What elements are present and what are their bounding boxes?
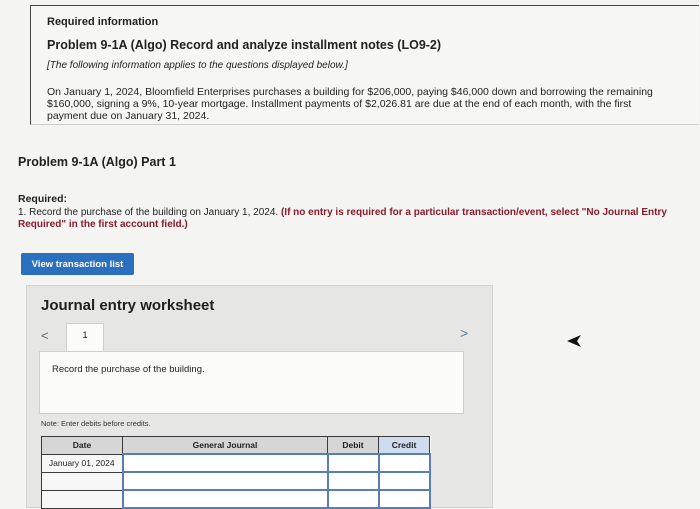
chevron-left-icon[interactable]: < xyxy=(41,328,49,343)
chevron-right-icon[interactable]: > xyxy=(460,325,468,341)
debit-input[interactable] xyxy=(326,489,380,509)
info-note: [The following information applies to th… xyxy=(47,60,348,71)
journal-entry-worksheet: Journal entry worksheet < 1 Record the p… xyxy=(26,285,493,509)
date-cell: January 01, 2024 xyxy=(41,453,123,473)
table-row xyxy=(41,471,431,491)
worksheet-description: Record the purchase of the building. xyxy=(52,364,205,375)
required-information-label: Required information xyxy=(47,16,159,28)
credit-input[interactable] xyxy=(377,489,431,509)
view-transaction-list-button[interactable]: View transaction list xyxy=(21,253,134,275)
mouse-cursor-icon xyxy=(567,335,581,347)
date-cell xyxy=(41,489,123,509)
problem-title: Problem 9-1A (Algo) Record and analyze i… xyxy=(47,38,442,52)
column-header-date: Date xyxy=(41,436,123,455)
account-input[interactable] xyxy=(121,489,329,509)
required-label: Required: xyxy=(18,193,68,205)
date-cell xyxy=(41,471,123,491)
required-instructions: 1. Record the purchase of the building o… xyxy=(18,207,668,231)
debit-input[interactable] xyxy=(326,453,380,473)
table-row: January 01, 2024 xyxy=(41,453,431,473)
journal-entry-table: Date General Journal Debit Credit Januar… xyxy=(41,436,431,509)
table-row xyxy=(41,489,431,509)
column-header-credit: Credit xyxy=(378,436,430,455)
debit-input[interactable] xyxy=(326,471,380,491)
table-header-row: Date General Journal Debit Credit xyxy=(41,436,430,455)
column-header-debit: Debit xyxy=(327,436,379,455)
required-information-panel: Required information Problem 9-1A (Algo)… xyxy=(30,5,699,125)
account-input[interactable] xyxy=(121,471,329,491)
part-title: Problem 9-1A (Algo) Part 1 xyxy=(18,155,176,169)
worksheet-title: Journal entry worksheet xyxy=(41,297,215,314)
column-header-general-journal: General Journal xyxy=(122,436,328,455)
problem-description: On January 1, 2024, Bloomfield Enterpris… xyxy=(47,86,653,122)
account-input[interactable] xyxy=(121,453,329,473)
worksheet-tab-1[interactable]: 1 xyxy=(66,323,104,352)
credit-input[interactable] xyxy=(377,471,431,491)
credit-input[interactable] xyxy=(377,453,431,473)
required-text: 1. Record the purchase of the building o… xyxy=(18,207,281,218)
worksheet-note: Note: Enter debits before credits. xyxy=(41,419,151,428)
worksheet-description-box: Record the purchase of the building. xyxy=(39,351,464,414)
